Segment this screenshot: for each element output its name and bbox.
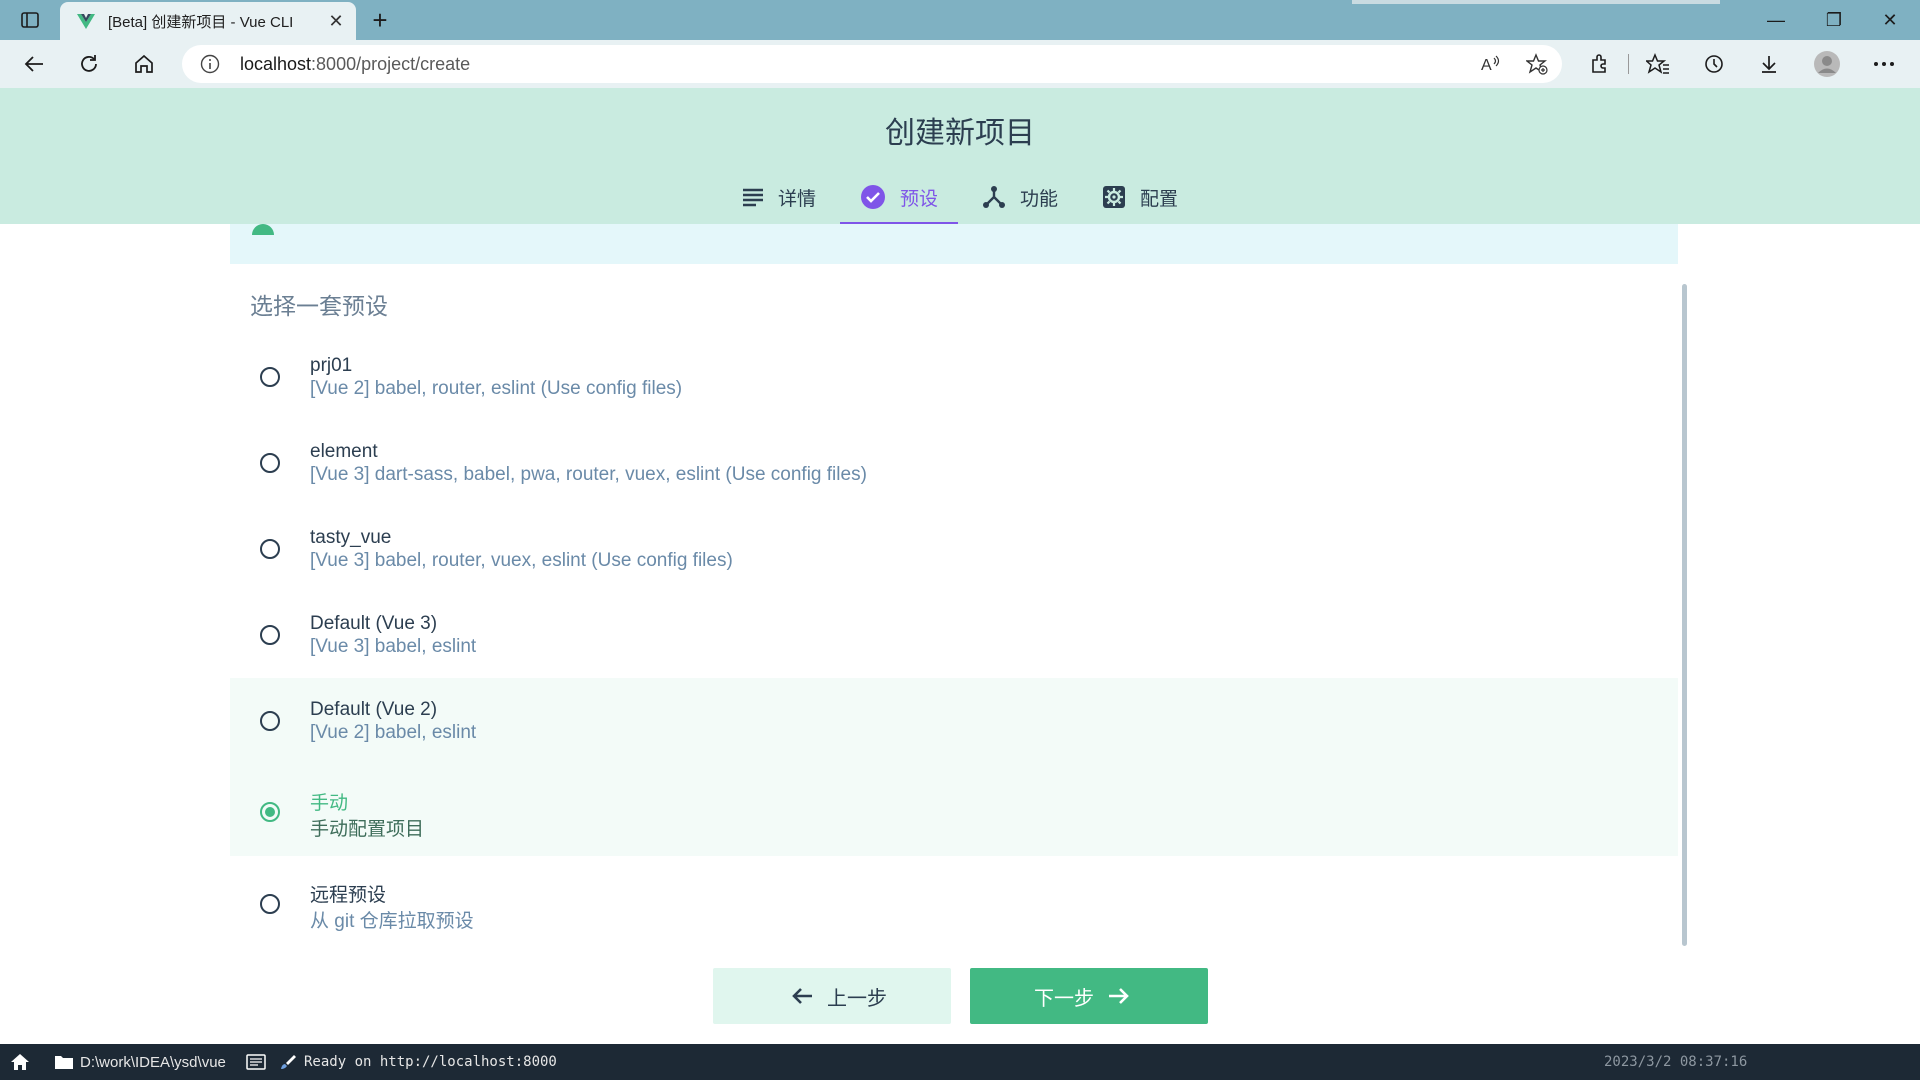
preset-desc: [Vue 3] babel, eslint [310, 636, 477, 657]
preset-name: prj01 [310, 355, 353, 376]
console-icon[interactable] [246, 1044, 266, 1080]
refresh-icon[interactable] [71, 48, 107, 80]
next-button-label: 下一步 [1034, 987, 1094, 1010]
folder-icon [55, 1056, 73, 1069]
url-text: localhost:8000/project/create [240, 54, 471, 74]
section-title: 选择一套预设 [250, 293, 388, 319]
tab-presets[interactable]: 预设 [839, 172, 958, 224]
more-options-icon[interactable] [1866, 48, 1902, 80]
site-info-icon[interactable] [200, 54, 220, 74]
address-bar[interactable]: localhost:8000/project/create A [182, 45, 1562, 83]
tab-details-label: 详情 [777, 188, 816, 210]
tab-features[interactable]: 功能 [962, 172, 1078, 222]
preset-desc: [Vue 2] babel, router, eslint (Use confi… [310, 378, 683, 399]
read-aloud-icon[interactable]: A [1478, 52, 1504, 76]
preset-desc: [Vue 3] dart-sass, babel, pwa, router, v… [310, 464, 867, 485]
preset-option-default-vue3[interactable]: Default (Vue 3) [Vue 3] babel, eslint [230, 592, 1678, 678]
restore-button[interactable]: ❐ [1806, 0, 1862, 40]
tab-config-label: 配置 [1140, 188, 1179, 210]
app-header: 创建新项目 详情 预设 功能 配置 [0, 88, 1920, 224]
arrow-right-icon [1109, 988, 1129, 1004]
status-bar: D:\work\IDEA\ysd\vue Ready on http://loc… [0, 1044, 1920, 1080]
radio-button[interactable] [260, 711, 280, 731]
add-favorite-icon[interactable] [1524, 52, 1550, 76]
settings-icon [1103, 186, 1126, 208]
preset-name: tasty_vue [310, 527, 392, 548]
check-circle-icon [860, 185, 885, 209]
tab-title: [Beta] 创建新项目 - Vue CLI [108, 13, 294, 31]
extensions-icon[interactable] [1582, 48, 1618, 80]
new-tab-button[interactable]: + [364, 5, 396, 35]
radio-button[interactable] [260, 894, 280, 914]
tab-details[interactable]: 详情 [722, 172, 836, 222]
browser-tab-strip: [Beta] 创建新项目 - Vue CLI ✕ + — ❐ ✕ [0, 0, 1920, 40]
tab-presets-label: 预设 [899, 188, 938, 210]
preset-option-element[interactable]: element [Vue 3] dart-sass, babel, pwa, r… [230, 420, 1678, 506]
home-icon[interactable] [10, 1044, 30, 1080]
profile-avatar[interactable] [1809, 48, 1845, 80]
status-text: Ready on http://localhost:8000 [304, 1054, 557, 1070]
history-icon[interactable] [1696, 48, 1732, 80]
radio-button[interactable] [260, 367, 280, 387]
radio-button[interactable] [260, 625, 280, 645]
svg-text:A: A [1481, 57, 1492, 74]
vue-logo-icon [77, 14, 95, 29]
browser-toolbar: localhost:8000/project/create A [0, 40, 1920, 88]
favorites-icon[interactable] [1640, 48, 1676, 80]
previous-button[interactable]: 上一步 [713, 968, 951, 1024]
browser-tab[interactable]: [Beta] 创建新项目 - Vue CLI ✕ [60, 2, 356, 40]
preset-desc: [Vue 2] babel, eslint [310, 722, 477, 743]
close-window-button[interactable]: ✕ [1862, 0, 1918, 40]
preset-option-prj01[interactable]: prj01 [Vue 2] babel, router, eslint (Use… [230, 334, 1678, 420]
preset-name: 手动 [310, 793, 349, 814]
downloads-icon[interactable] [1751, 48, 1787, 80]
next-button[interactable]: 下一步 [970, 968, 1208, 1024]
preset-desc: 从 git 仓库拉取预设 [310, 911, 474, 932]
info-banner [230, 224, 1678, 264]
brush-icon [281, 1055, 296, 1069]
preset-name: element [310, 441, 378, 462]
radio-button[interactable] [260, 453, 280, 473]
fork-icon [983, 186, 1005, 208]
minimize-button[interactable]: — [1748, 0, 1804, 40]
home-icon[interactable] [126, 48, 162, 80]
preset-desc: [Vue 3] babel, router, vuex, eslint (Use… [310, 550, 733, 571]
preset-option-manual[interactable]: 手动 手动配置项目 [230, 764, 1678, 856]
preset-name: Default (Vue 2) [310, 699, 438, 720]
tab-actions-icon[interactable] [12, 8, 48, 32]
tab-features-label: 功能 [1020, 188, 1059, 210]
server-status: Ready on http://localhost:8000 [280, 1044, 557, 1080]
radio-button[interactable] [260, 539, 280, 559]
toolbar-divider [1628, 54, 1629, 74]
tab-strip-highlight [1352, 0, 1720, 4]
preset-name: Default (Vue 3) [310, 613, 438, 634]
tab-config[interactable]: 配置 [1082, 172, 1198, 222]
preset-name: 远程预设 [310, 885, 387, 906]
radio-button-selected[interactable] [260, 802, 280, 822]
status-time: 2023/3/2 08:37:16 [1604, 1054, 1748, 1070]
preset-list: prj01 [Vue 2] babel, router, eslint (Use… [230, 334, 1678, 942]
content-scrollbar[interactable] [1682, 284, 1687, 946]
tab-close-icon[interactable]: ✕ [322, 7, 350, 35]
list-icon [742, 188, 763, 207]
step-tabs: 详情 预设 功能 配置 [0, 172, 1920, 224]
preset-option-tasty-vue[interactable]: tasty_vue [Vue 3] babel, router, vuex, e… [230, 506, 1678, 592]
previous-button-label: 上一步 [827, 987, 887, 1010]
preset-option-remote[interactable]: 远程预设 从 git 仓库拉取预设 [230, 856, 1678, 942]
folder-path: D:\work\IDEA\ysd\vue [80, 1053, 226, 1071]
arrow-left-icon [792, 988, 812, 1004]
project-folder[interactable]: D:\work\IDEA\ysd\vue [54, 1044, 226, 1080]
preset-desc: 手动配置项目 [310, 819, 425, 840]
page-title: 创建新项目 [885, 117, 1035, 150]
back-icon[interactable] [16, 48, 52, 80]
preset-option-default-vue2[interactable]: Default (Vue 2) [Vue 2] babel, eslint [230, 678, 1678, 764]
